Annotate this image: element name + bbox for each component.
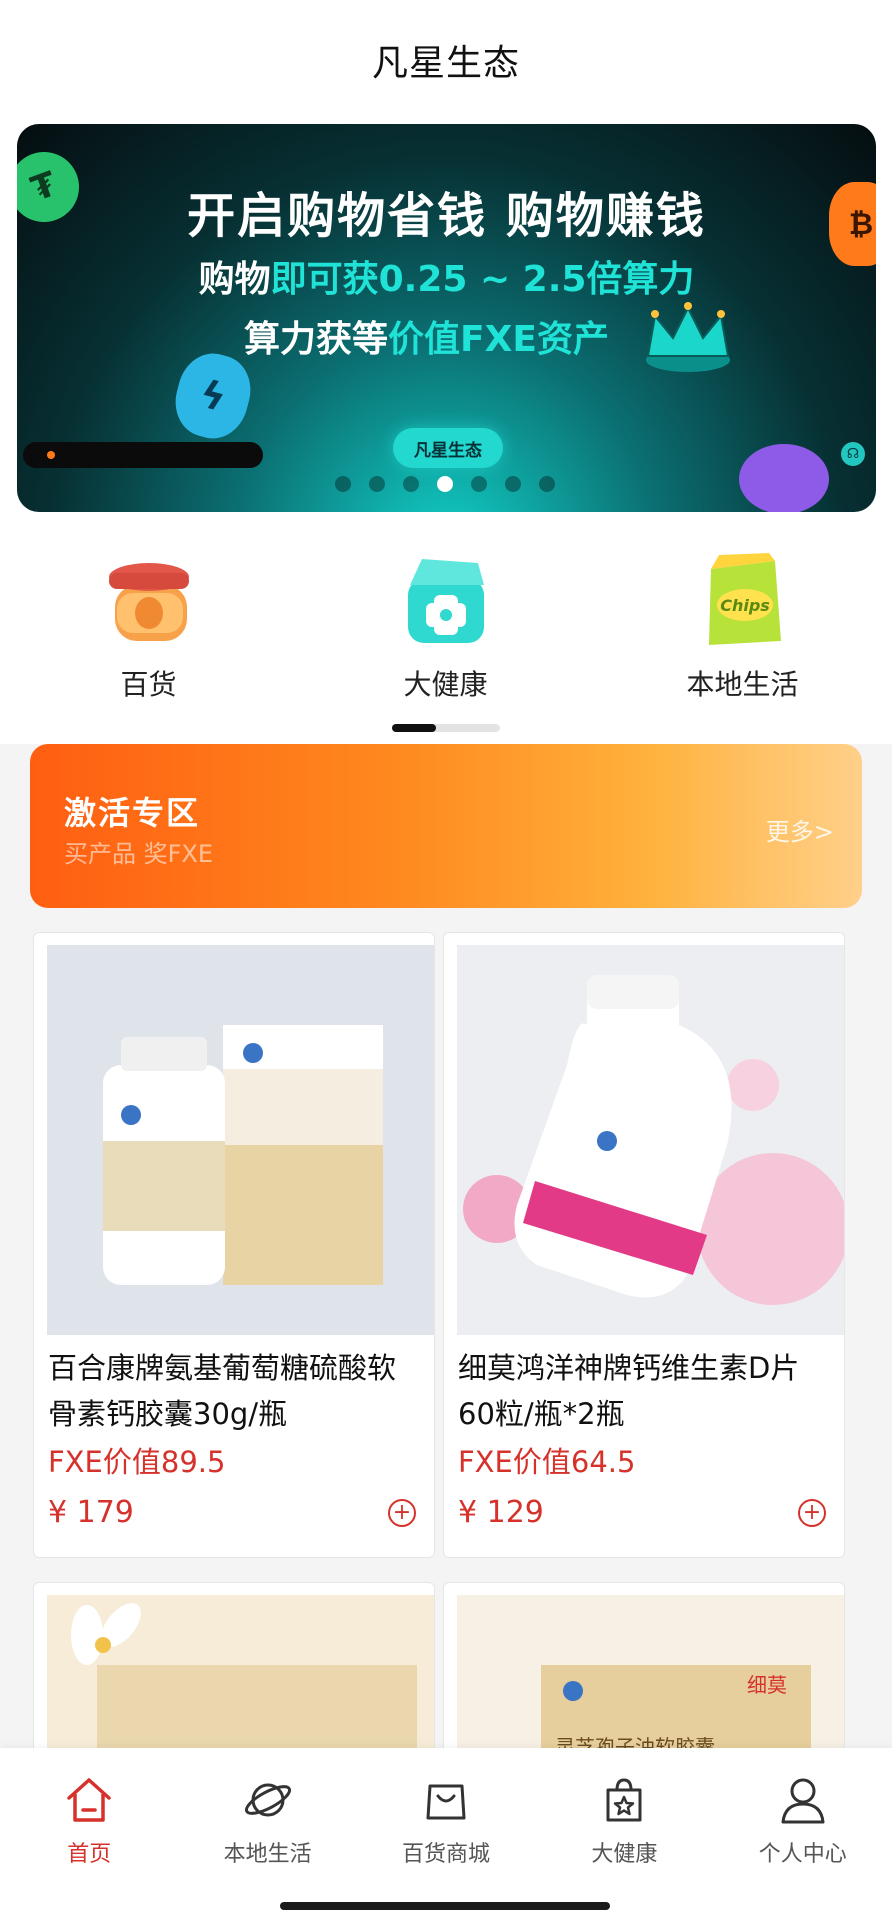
product-image-art: [47, 945, 434, 1335]
carousel-dot[interactable]: [505, 476, 521, 492]
more-link[interactable]: 更多>: [766, 812, 834, 847]
medical-box-icon: [407, 559, 484, 643]
category-general-goods[interactable]: 百货: [0, 545, 297, 705]
activation-title: 激活专区: [64, 794, 201, 832]
product-brand: 细莫: [747, 1673, 787, 1697]
banner-headline: 开启购物省钱 购物赚钱: [187, 188, 706, 244]
category-label: 百货: [120, 668, 177, 701]
product-card[interactable]: 百合康牌氨基葡萄糖硫酸软骨素钙胶囊30g/瓶 FXE价值89.5 ¥ 179 +: [33, 932, 435, 1558]
product-fxe-value: FXE价值64.5: [458, 1445, 636, 1479]
banner-line2: 购物即可获0.25 ~ 2.5倍算力: [17, 250, 876, 302]
page-title: 凡星生态: [371, 43, 520, 84]
carousel-dot[interactable]: [539, 476, 555, 492]
headset-icon[interactable]: ☊: [841, 442, 865, 466]
bottom-tab-bar: 首页 本地生活 百货商城 大健康 个人中心: [0, 1748, 892, 1920]
product-fxe-value: FXE价值89.5: [48, 1445, 226, 1479]
tab-local-life[interactable]: 本地生活: [178, 1774, 356, 1868]
tab-health[interactable]: 大健康: [535, 1774, 713, 1868]
banner-line3-prefix: 算力获等: [244, 319, 389, 360]
category-health[interactable]: 大健康: [297, 545, 594, 705]
person-icon: [781, 1778, 825, 1824]
activation-zone-banner[interactable]: 激活专区 买产品 奖FXE 更多>: [30, 744, 862, 908]
tab-home[interactable]: 首页: [0, 1774, 178, 1868]
product-card[interactable]: 细莫鸿洋神牌钙维生素D片60粒/瓶*2瓶 FXE价值64.5 ¥ 129 +: [443, 932, 845, 1558]
product-image: [457, 945, 844, 1335]
chips-bag-icon: Chips: [708, 553, 781, 645]
activation-subtitle: 买产品 奖FXE: [64, 840, 214, 868]
carousel-dot[interactable]: [369, 476, 385, 492]
banner-line2-prefix: 购物: [198, 259, 271, 300]
shopping-bag-icon: [426, 1784, 466, 1820]
banner-line3: 算力获等价值FXE资产: [17, 310, 876, 362]
product-name: 百合康牌氨基葡萄糖硫酸软骨素钙胶囊30g/瓶: [48, 1351, 397, 1431]
product-image: [47, 945, 434, 1335]
add-to-cart-icon[interactable]: +: [388, 1499, 416, 1527]
star-bag-icon: [606, 1778, 642, 1822]
tab-label: 个人中心: [758, 1842, 847, 1867]
category-row: 百货 大健康 Chips 本地生活: [0, 545, 892, 705]
carousel-dot[interactable]: [403, 476, 419, 492]
banner-pill-button[interactable]: 凡星生态: [393, 428, 503, 468]
product-name: 细莫鸿洋神牌钙维生素D片60粒/瓶*2瓶: [458, 1351, 800, 1431]
svg-text:Chips: Chips: [720, 596, 770, 615]
category-label: 大健康: [403, 668, 488, 701]
tab-label: 百货商城: [401, 1842, 490, 1867]
planet-icon: [244, 1783, 291, 1817]
carousel-dot[interactable]: [471, 476, 487, 492]
tab-label: 大健康: [591, 1842, 658, 1867]
category-label: 本地生活: [686, 668, 799, 701]
jar-icon: [108, 563, 189, 641]
carousel-dot[interactable]: [335, 476, 351, 492]
carousel-dot-active[interactable]: [437, 476, 453, 492]
banner-line3-highlight: 价值FXE资产: [388, 319, 609, 360]
category-scroll-indicator: [392, 724, 500, 732]
product-image-art: [457, 945, 844, 1335]
product-price: ¥ 129: [458, 1495, 544, 1530]
tab-profile[interactable]: 个人中心: [714, 1774, 892, 1868]
purple-coin-icon: [739, 444, 829, 512]
category-scroll-thumb: [392, 724, 436, 732]
promo-banner[interactable]: ₮ ₿ ϟ 开启购物省钱 购物赚钱 购物即可获0.25 ~ 2.5倍算力 算力获…: [17, 124, 876, 512]
tab-label: 首页: [67, 1842, 112, 1867]
carousel-dots: [335, 476, 555, 492]
category-local-life[interactable]: Chips 本地生活: [594, 545, 891, 705]
banner-line2-highlight: 即可获0.25 ~ 2.5倍算力: [270, 259, 695, 300]
tab-department-store[interactable]: 百货商城: [357, 1774, 535, 1868]
tab-label: 本地生活: [223, 1842, 312, 1867]
add-to-cart-icon[interactable]: +: [798, 1499, 826, 1527]
banner-progress-bar: [23, 442, 263, 468]
product-price: ¥ 179: [48, 1495, 134, 1530]
home-icon: [67, 1778, 111, 1822]
home-indicator: [280, 1902, 610, 1910]
progress-dot: [47, 451, 55, 459]
top-bar: 凡星生态: [0, 0, 892, 120]
